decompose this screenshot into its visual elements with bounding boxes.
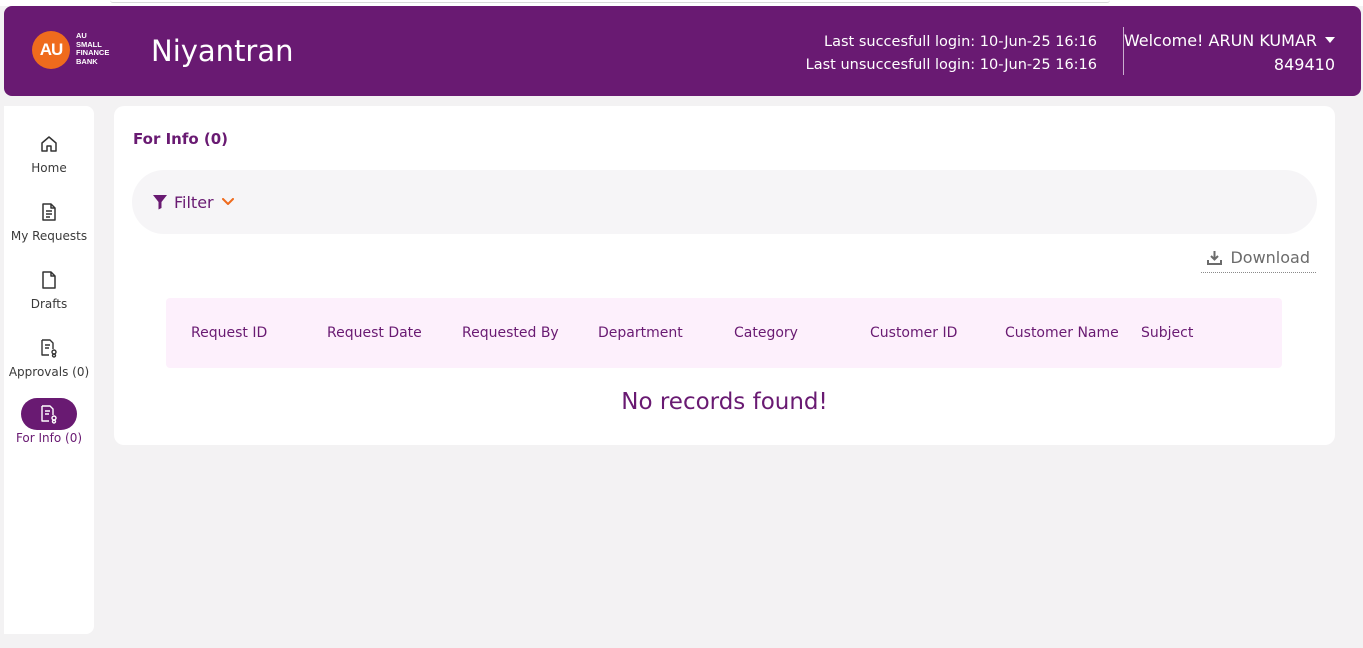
sidebar-item-drafts[interactable]: Drafts bbox=[4, 264, 94, 311]
filter-button[interactable]: Filter bbox=[152, 191, 234, 213]
filter-label: Filter bbox=[174, 192, 214, 212]
sidebar-nav: Home My Requests Drafts Approvals (0) Fo… bbox=[4, 106, 94, 634]
sidebar-item-label: My Requests bbox=[10, 229, 88, 243]
column-header-request-id[interactable]: Request ID bbox=[191, 325, 267, 341]
sidebar-item-approvals[interactable]: Approvals (0) bbox=[4, 332, 94, 379]
document-icon bbox=[21, 196, 77, 228]
filter-icon bbox=[153, 195, 167, 210]
file-icon bbox=[21, 264, 77, 296]
user-menu[interactable]: Welcome! ARUN KUMAR 849410 bbox=[1124, 29, 1335, 77]
sidebar-item-label: For Info (0) bbox=[15, 431, 83, 445]
last-unsuccessful-login: Last unsuccesfull login: 10-Jun-25 16:16 bbox=[805, 57, 1097, 73]
sidebar-item-my-requests[interactable]: My Requests bbox=[4, 196, 94, 243]
download-button[interactable]: Download bbox=[1201, 247, 1316, 273]
download-icon bbox=[1207, 251, 1223, 265]
info-document-icon bbox=[21, 398, 77, 430]
user-id: 849410 bbox=[1273, 55, 1335, 74]
for-info-panel: For Info (0) Filter Download Request ID … bbox=[114, 106, 1335, 445]
empty-state-message: No records found! bbox=[621, 389, 828, 415]
column-header-customer-id[interactable]: Customer ID bbox=[870, 325, 957, 341]
sidebar-item-label: Home bbox=[31, 161, 67, 175]
browser-address-edge bbox=[110, 0, 1110, 3]
caret-down-icon[interactable] bbox=[1325, 36, 1335, 43]
column-header-request-date[interactable]: Request Date bbox=[327, 325, 422, 341]
column-header-requested-by[interactable]: Requested By bbox=[462, 325, 559, 341]
column-header-subject[interactable]: Subject bbox=[1141, 325, 1193, 341]
home-icon bbox=[21, 128, 77, 160]
au-bank-logo[interactable]: AU AU SMALL FINANCE BANK bbox=[32, 31, 122, 71]
logo-wordmark: AU SMALL FINANCE BANK bbox=[76, 31, 122, 66]
last-successful-login: Last succesfull login: 10-Jun-25 16:16 bbox=[824, 34, 1097, 50]
page-title: For Info (0) bbox=[133, 130, 229, 148]
welcome-text: Welcome! ARUN KUMAR bbox=[1123, 31, 1317, 50]
chevron-down-icon bbox=[221, 198, 234, 205]
sidebar-item-for-info[interactable]: For Info (0) bbox=[4, 398, 94, 445]
table-header: Request ID Request Date Requested By Dep… bbox=[166, 298, 1282, 368]
app-header: AU AU SMALL FINANCE BANK Niyantran Last … bbox=[4, 6, 1361, 96]
user-menu-toggle[interactable]: Welcome! ARUN KUMAR bbox=[1124, 29, 1335, 53]
approvals-icon bbox=[21, 332, 77, 364]
app-title: Niyantran bbox=[151, 34, 294, 68]
filter-bar: Filter bbox=[132, 170, 1317, 234]
login-info: Last succesfull login: 10-Jun-25 16:16 L… bbox=[806, 31, 1097, 77]
column-header-customer-name[interactable]: Customer Name bbox=[1005, 325, 1119, 341]
download-label: Download bbox=[1230, 248, 1310, 267]
logo-mark: AU bbox=[32, 31, 70, 69]
column-header-category[interactable]: Category bbox=[734, 325, 798, 341]
logo-line: BANK bbox=[76, 56, 98, 66]
sidebar-item-label: Drafts bbox=[30, 297, 68, 311]
sidebar-item-label: Approvals (0) bbox=[8, 365, 90, 379]
sidebar-item-home[interactable]: Home bbox=[4, 128, 94, 175]
column-header-department[interactable]: Department bbox=[598, 325, 683, 341]
